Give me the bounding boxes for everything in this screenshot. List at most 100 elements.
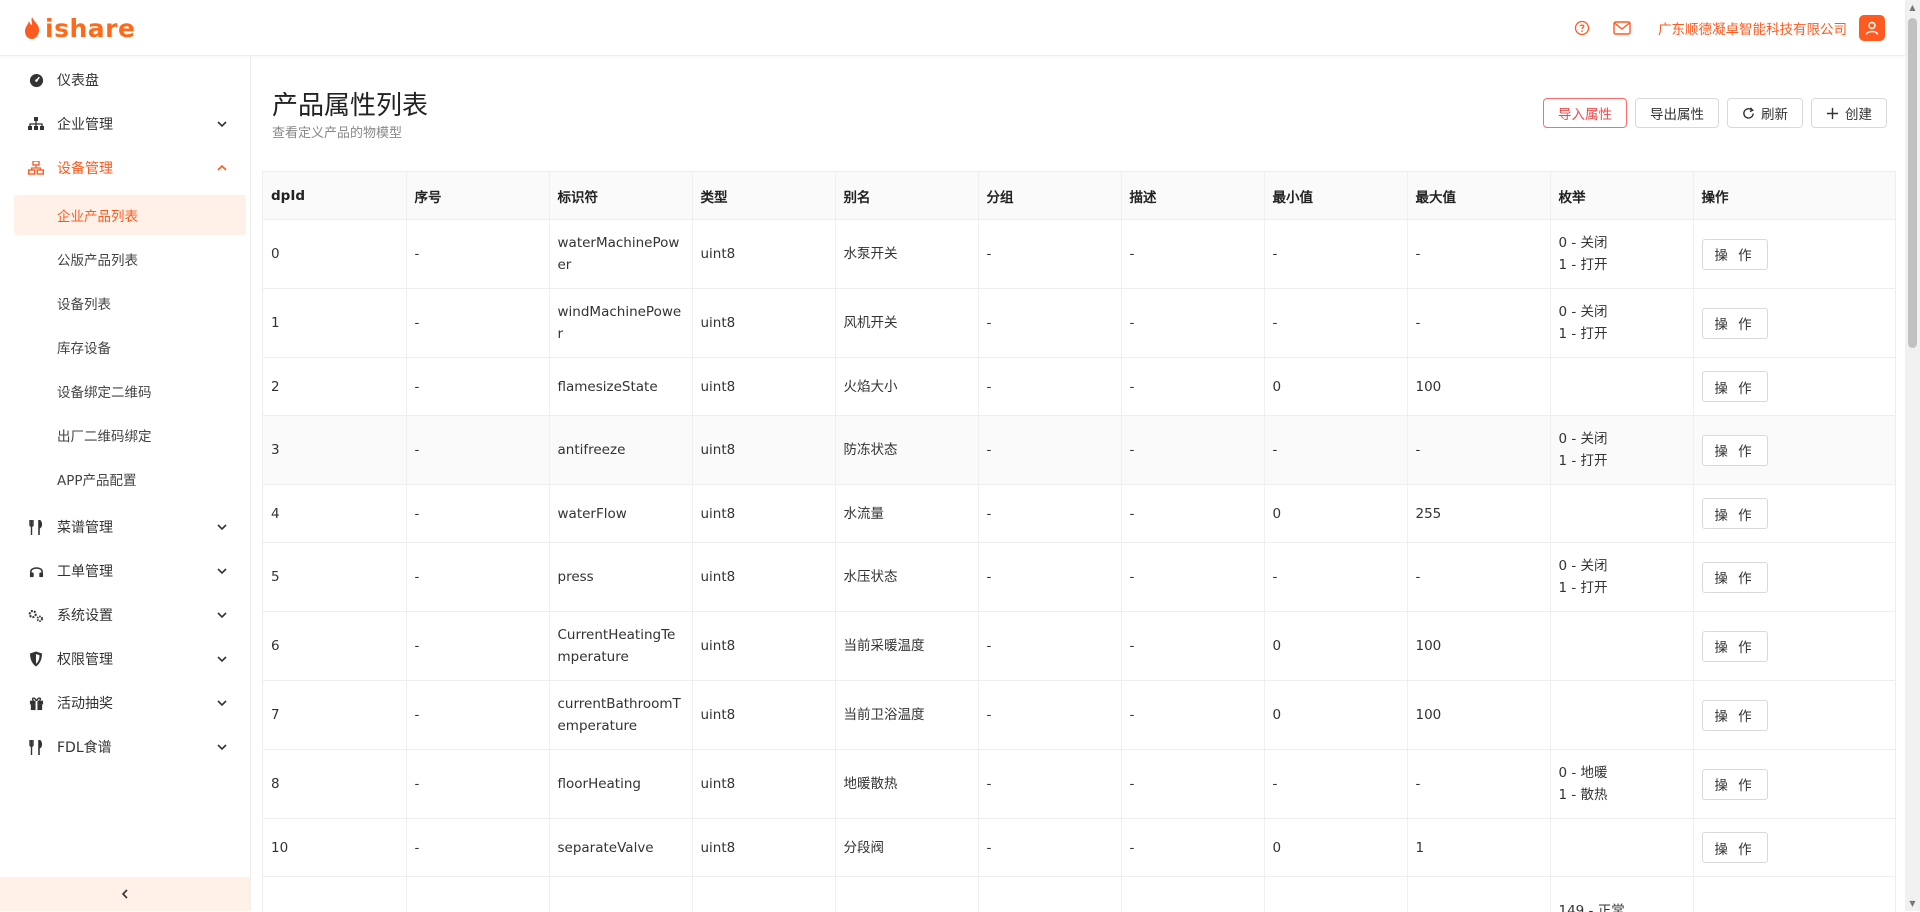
scroll-down-arrow-icon[interactable]: ▼ — [1905, 896, 1920, 911]
sidebar-item-lottery[interactable]: 活动抽奖 — [0, 681, 250, 725]
sidebar-subitem-public-products[interactable]: 公版产品列表 — [14, 239, 246, 279]
row-action-button[interactable]: 操 作 — [1702, 562, 1768, 593]
row-action-button[interactable]: 操 作 — [1702, 371, 1768, 402]
row-action-button[interactable]: 操 作 — [1702, 435, 1768, 466]
table-row[interactable]: 5-pressuint8水压状态----0 - 关闭1 - 打开操 作 — [263, 543, 1895, 612]
cell-actions: 操 作 — [1693, 819, 1895, 877]
cell-type: uint8 — [692, 416, 835, 485]
row-action-button[interactable]: 操 作 — [1702, 769, 1768, 800]
table-row[interactable]: 6-CurrentHeatingTemperatureuint8当前采暖温度--… — [263, 612, 1895, 681]
sidebar-subitem-device-list[interactable]: 设备列表 — [14, 283, 246, 323]
cell-alias: 当前采暖温度 — [835, 612, 978, 681]
table-row[interactable]: 4-waterFlowuint8水流量--0255操 作 — [263, 485, 1895, 543]
sidebar-collapse-button[interactable] — [0, 877, 250, 911]
table-row[interactable]: 10-separateValveuint8分段阀--01操 作 — [263, 819, 1895, 877]
cell-enum: 0 - 关闭1 - 打开 — [1550, 289, 1693, 358]
sidebar-subitem-app-config[interactable]: APP产品配置 — [14, 459, 246, 499]
refresh-icon — [1742, 107, 1755, 120]
sidebar-item-fdl-recipes[interactable]: FDL食谱 — [0, 725, 250, 769]
scroll-up-arrow-icon[interactable]: ▲ — [1905, 0, 1920, 15]
cell-enum: 149 - 正常 — [1550, 877, 1693, 912]
cell-min: - — [1264, 220, 1407, 289]
row-action-button[interactable]: 操 作 — [1702, 239, 1768, 270]
cell-ident — [549, 877, 692, 912]
column-header-identifier[interactable]: 标识符 — [549, 172, 692, 220]
column-header-max[interactable]: 最大值 — [1407, 172, 1550, 220]
table-header-row: dpId 序号 标识符 类型 别名 分组 描述 最小值 最大值 枚举 操作 — [263, 172, 1895, 220]
cell-alias: 分段阀 — [835, 819, 978, 877]
row-action-button[interactable]: 操 作 — [1702, 498, 1768, 529]
help-icon[interactable] — [1572, 18, 1592, 38]
table-row[interactable]: 7-currentBathroomTemperatureuint8当前卫浴温度-… — [263, 681, 1895, 750]
column-header-type[interactable]: 类型 — [692, 172, 835, 220]
sidebar-subitem-inventory[interactable]: 库存设备 — [14, 327, 246, 367]
chevron-down-icon — [216, 609, 228, 621]
company-name[interactable]: 广东顺德凝卓智能科技有限公司 — [1658, 18, 1847, 38]
table-row[interactable]: 149 - 正常 — [263, 877, 1895, 912]
row-action-button[interactable]: 操 作 — [1702, 700, 1768, 731]
row-action-button[interactable]: 操 作 — [1702, 631, 1768, 662]
cell-max: - — [1407, 220, 1550, 289]
scrollbar-thumb[interactable] — [1908, 18, 1917, 348]
table-row[interactable]: 2-flamesizeStateuint8火焰大小--0100操 作 — [263, 358, 1895, 416]
import-attributes-button[interactable]: 导入属性 — [1543, 98, 1627, 128]
table-row[interactable]: 3-antifreezeuint8防冻状态----0 - 关闭1 - 打开操 作 — [263, 416, 1895, 485]
sidebar-subitem-factory-qrcode[interactable]: 出厂二维码绑定 — [14, 415, 246, 455]
enum-value: 0 - 关闭 — [1559, 232, 1685, 254]
sidebar-item-settings[interactable]: 系统设置 — [0, 593, 250, 637]
cell-desc: - — [1121, 358, 1264, 416]
sidebar-item-permissions[interactable]: 权限管理 — [0, 637, 250, 681]
sidebar-item-device[interactable]: 设备管理 — [0, 146, 250, 190]
enum-value: 1 - 打开 — [1559, 577, 1685, 599]
cell-min: 0 — [1264, 612, 1407, 681]
user-icon — [1865, 21, 1879, 35]
column-header-dpid[interactable]: dpId — [263, 172, 406, 220]
column-header-min[interactable]: 最小值 — [1264, 172, 1407, 220]
cell-alias: 火焰大小 — [835, 358, 978, 416]
cell-desc: - — [1121, 681, 1264, 750]
cell-ident: antifreeze — [549, 416, 692, 485]
cell-min: - — [1264, 289, 1407, 358]
refresh-button[interactable]: 刷新 — [1727, 98, 1803, 128]
page-scrollbar[interactable]: ▲ ▼ — [1905, 0, 1920, 911]
avatar[interactable] — [1859, 15, 1885, 41]
org-icon — [28, 116, 44, 132]
sidebar-item-recipes[interactable]: 菜谱管理 — [0, 505, 250, 549]
sidebar-item-dashboard[interactable]: 仪表盘 — [0, 58, 250, 102]
cell-max: 1 — [1407, 819, 1550, 877]
mail-icon[interactable] — [1612, 18, 1632, 38]
column-header-seq[interactable]: 序号 — [406, 172, 549, 220]
page-subtitle: 查看定义产品的物模型 — [272, 122, 402, 141]
table-row[interactable]: 0-waterMachinePoweruint8水泵开关----0 - 关闭1 … — [263, 220, 1895, 289]
export-attributes-button[interactable]: 导出属性 — [1635, 98, 1719, 128]
column-header-alias[interactable]: 别名 — [835, 172, 978, 220]
logo[interactable]: ishare — [23, 13, 135, 43]
cell-enum: 0 - 关闭1 - 打开 — [1550, 543, 1693, 612]
create-button[interactable]: 创建 — [1811, 98, 1887, 128]
cell-group: - — [978, 358, 1121, 416]
cell-enum: 0 - 地暖1 - 散热 — [1550, 750, 1693, 819]
column-header-group[interactable]: 分组 — [978, 172, 1121, 220]
cell-seq: - — [406, 220, 549, 289]
cell-group: - — [978, 543, 1121, 612]
sidebar-subitem-enterprise-products[interactable]: 企业产品列表 — [14, 195, 246, 235]
sidebar-item-workorder[interactable]: 工单管理 — [0, 549, 250, 593]
table-row[interactable]: 8-floorHeatinguint8地暖散热----0 - 地暖1 - 散热操… — [263, 750, 1895, 819]
cell-min: 0 — [1264, 819, 1407, 877]
cell-actions: 操 作 — [1693, 358, 1895, 416]
sidebar-item-enterprise[interactable]: 企业管理 — [0, 102, 250, 146]
cell-seq: - — [406, 485, 549, 543]
row-action-button[interactable]: 操 作 — [1702, 308, 1768, 339]
enum-value: 149 - 正常 — [1559, 900, 1685, 912]
column-header-description[interactable]: 描述 — [1121, 172, 1264, 220]
row-action-button[interactable]: 操 作 — [1702, 832, 1768, 863]
chevron-down-icon — [216, 118, 228, 130]
page-title: 产品属性列表 — [272, 85, 428, 122]
column-header-enum[interactable]: 枚举 — [1550, 172, 1693, 220]
cell-alias: 当前卫浴温度 — [835, 681, 978, 750]
table-row[interactable]: 1-windMachinePoweruint8风机开关----0 - 关闭1 -… — [263, 289, 1895, 358]
cell-group: - — [978, 819, 1121, 877]
cell-min: 0 — [1264, 681, 1407, 750]
cell-seq — [406, 877, 549, 912]
sidebar-subitem-binding-qrcode[interactable]: 设备绑定二维码 — [14, 371, 246, 411]
